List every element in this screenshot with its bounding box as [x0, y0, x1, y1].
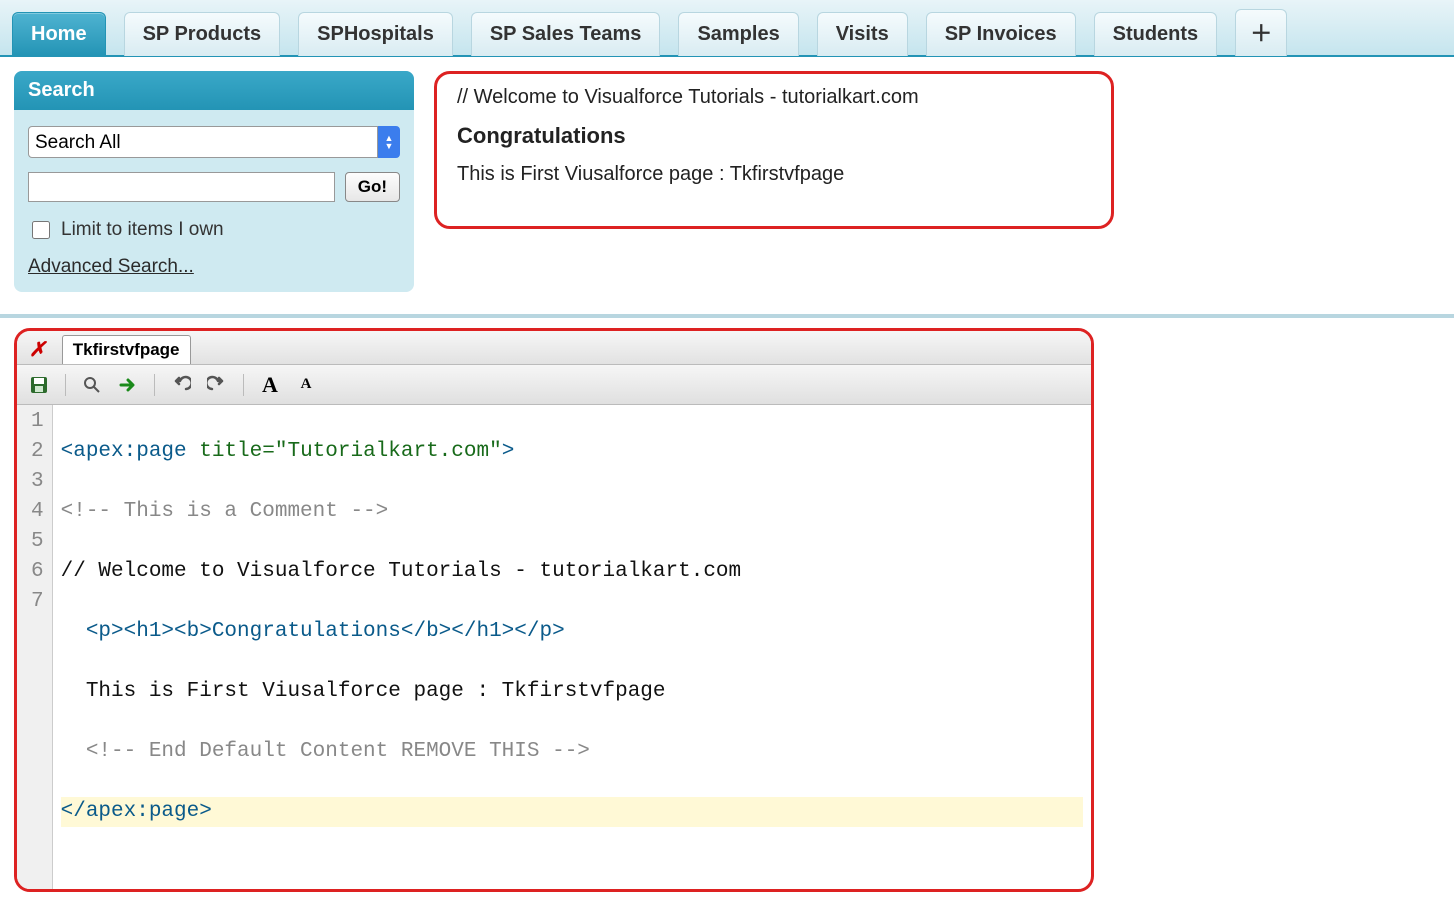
tab-sp-products[interactable]: SP Products	[124, 12, 281, 56]
limit-checkbox-label: Limit to items I own	[61, 219, 224, 241]
tab-visits[interactable]: Visits	[817, 12, 908, 56]
code-token: "Tutorialkart.com"	[275, 440, 502, 463]
code-token: // Welcome to Visualforce Tutorials - tu…	[61, 560, 742, 583]
output-line-body: This is First Viusalforce page : Tkfirst…	[457, 163, 1091, 186]
line-gutter: 1 2 3 4 5 6 7	[17, 405, 53, 889]
output-line-comment: // Welcome to Visualforce Tutorials - tu…	[457, 86, 1091, 109]
search-panel-body: Search All ▲▼ Go! Limit to items I own A…	[14, 110, 414, 292]
toolbar-separator	[154, 374, 155, 396]
code-token: <!-- End Default Content REMOVE THIS -->	[61, 740, 590, 763]
page-body: Search Search All ▲▼ Go! Limit to items …	[0, 57, 1454, 318]
code-content[interactable]: <apex:page title="Tutorialkart.com"> <!-…	[53, 405, 1091, 889]
code-token: <!-- This is a Comment -->	[61, 500, 389, 523]
code-token: <p><h1><b>Congratulations</b></h1></p>	[61, 620, 565, 643]
tab-label: Students	[1113, 23, 1199, 45]
output-heading: Congratulations	[457, 123, 626, 148]
tab-label: SPHospitals	[317, 23, 434, 45]
search-icon[interactable]	[80, 373, 104, 397]
line-number: 6	[31, 557, 44, 587]
tab-home[interactable]: Home	[12, 12, 106, 56]
tab-label: SP Products	[143, 23, 262, 45]
limit-checkbox-row[interactable]: Limit to items I own	[28, 218, 400, 242]
code-token: >	[502, 440, 515, 463]
search-scope-select-wrap: Search All ▲▼	[28, 126, 400, 158]
main-tabbar: Home SP Products SPHospitals SP Sales Te…	[0, 0, 1454, 57]
tab-sp-sales-teams[interactable]: SP Sales Teams	[471, 12, 661, 56]
undo-icon[interactable]	[169, 373, 193, 397]
search-panel-title: Search	[14, 71, 414, 110]
code-token: <apex:page	[61, 440, 200, 463]
select-arrows-icon[interactable]: ▲▼	[378, 126, 400, 158]
code-area[interactable]: 1 2 3 4 5 6 7 <apex:page title="Tutorial…	[17, 405, 1091, 889]
line-number: 5	[31, 527, 44, 557]
close-editor-icon[interactable]: ✗	[23, 337, 52, 362]
tab-sphospitals[interactable]: SPHospitals	[298, 12, 453, 56]
tab-label: Home	[31, 23, 87, 45]
code-token: title=	[199, 440, 275, 463]
search-row: Go!	[28, 172, 400, 202]
editor-toolbar: A A	[17, 365, 1091, 405]
line-number: 3	[31, 467, 44, 497]
tab-label: Visits	[836, 23, 889, 45]
tab-label: Samples	[697, 23, 779, 45]
search-scope-select[interactable]: Search All	[28, 126, 378, 158]
toolbar-separator	[65, 374, 66, 396]
editor-tab[interactable]: Tkfirstvfpage	[62, 335, 191, 364]
line-number: 4	[31, 497, 44, 527]
advanced-search-link[interactable]: Advanced Search...	[28, 256, 400, 278]
search-input[interactable]	[28, 172, 335, 202]
search-panel: Search Search All ▲▼ Go! Limit to items …	[14, 71, 414, 292]
page-output-highlight: // Welcome to Visualforce Tutorials - tu…	[434, 71, 1114, 229]
limit-checkbox[interactable]	[32, 221, 50, 239]
tab-samples[interactable]: Samples	[678, 12, 798, 56]
code-editor: ✗ Tkfirstvfpage A A 1 2 3 4 5 6	[14, 328, 1094, 892]
plus-icon: ＋	[1250, 21, 1272, 46]
save-icon[interactable]	[27, 373, 51, 397]
font-increase-icon[interactable]: A	[258, 373, 282, 397]
tab-sp-invoices[interactable]: SP Invoices	[926, 12, 1076, 56]
line-number: 7	[31, 587, 44, 617]
code-token: </apex:page>	[61, 800, 212, 823]
go-button[interactable]: Go!	[345, 172, 400, 202]
code-token: This is First Viusalforce page : Tkfirst…	[61, 680, 666, 703]
line-number: 1	[31, 407, 44, 437]
redo-icon[interactable]	[205, 373, 229, 397]
goto-icon[interactable]	[116, 373, 140, 397]
tab-add[interactable]: ＋	[1235, 9, 1287, 56]
tab-label: SP Invoices	[945, 23, 1057, 45]
line-number: 2	[31, 437, 44, 467]
font-decrease-icon[interactable]: A	[294, 373, 318, 397]
tab-label: SP Sales Teams	[490, 23, 642, 45]
tab-students[interactable]: Students	[1094, 12, 1218, 56]
toolbar-separator	[243, 374, 244, 396]
editor-tabstrip: ✗ Tkfirstvfpage	[17, 331, 1091, 365]
